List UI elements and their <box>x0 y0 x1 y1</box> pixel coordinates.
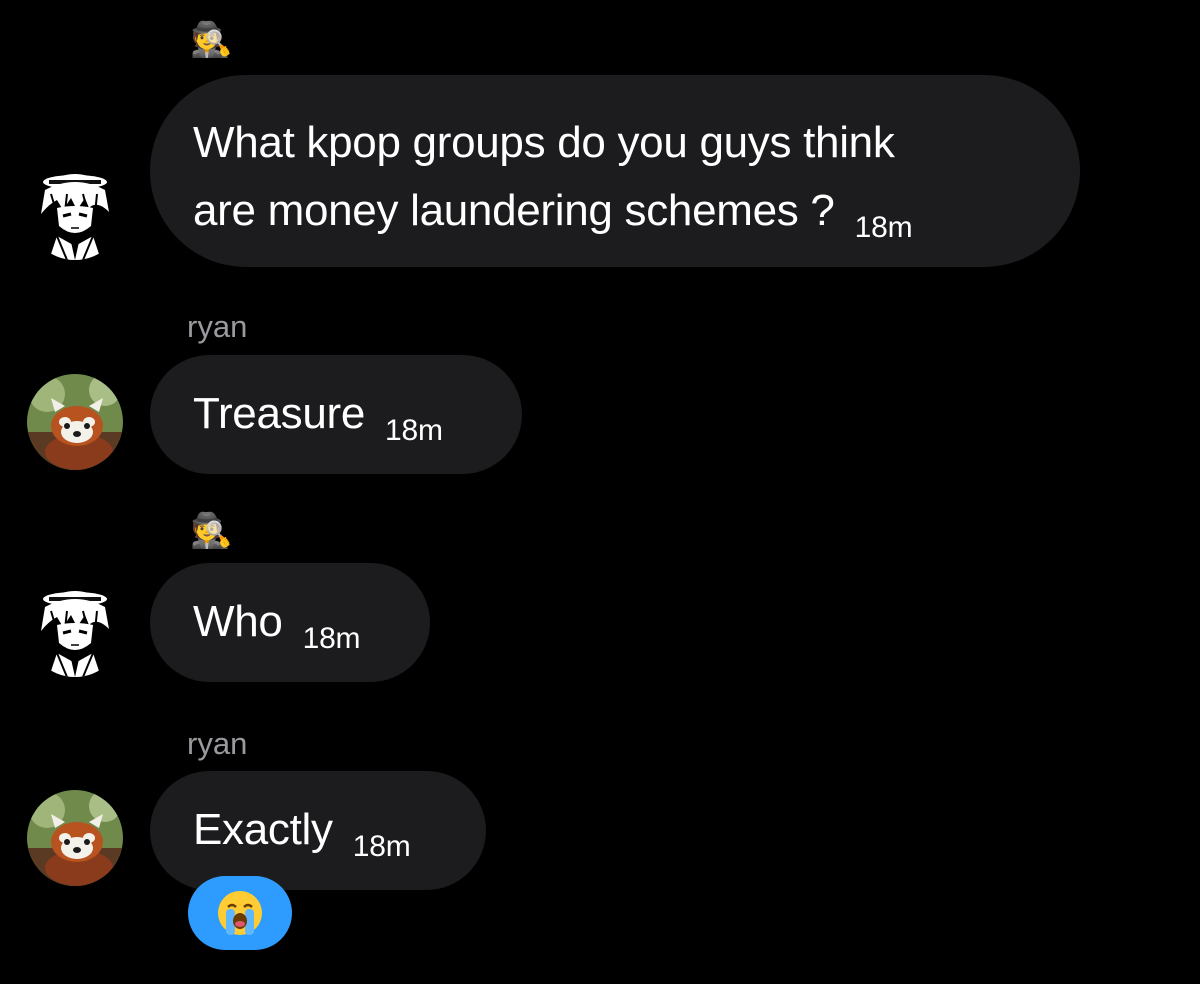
red-panda-avatar[interactable] <box>27 374 123 470</box>
red-panda-icon <box>27 790 123 886</box>
sender-name: ryan <box>187 726 248 761</box>
message-text: Exactly <box>193 805 333 854</box>
anime-detective-avatar[interactable] <box>27 581 123 677</box>
red-panda-icon <box>27 374 123 470</box>
anime-detective-avatar[interactable] <box>27 164 123 260</box>
message-text: Treasure <box>193 389 366 438</box>
message-bubble[interactable]: What kpop groups do you guys think are m… <box>150 75 1080 267</box>
message-text-line-1: What kpop groups do you guys think <box>193 118 895 167</box>
message-bubble[interactable]: Exactly 18m <box>150 771 486 890</box>
message-bubble[interactable]: Who 18m <box>150 563 430 682</box>
message-text-line-2-text: are money laundering schemes ? <box>193 186 835 235</box>
message-timestamp: 18m <box>385 414 443 447</box>
message-text: Who <box>193 597 283 646</box>
reaction-badge[interactable] <box>188 876 292 950</box>
crying-face-icon <box>218 891 262 935</box>
message-text-row: Who 18m <box>193 586 430 663</box>
sender-detective-emoji: 🕵️ <box>190 511 233 551</box>
message-text-line-2: are money laundering schemes ? 18m <box>193 175 1036 252</box>
message-timestamp: 18m <box>352 830 411 863</box>
message-timestamp: 18m <box>854 211 913 244</box>
sender-detective-emoji: 🕵️ <box>190 20 233 60</box>
red-panda-avatar[interactable] <box>27 790 123 886</box>
sender-name: ryan <box>187 309 248 344</box>
message-text-row: Treasure 18m <box>193 378 522 455</box>
message-timestamp: 18m <box>302 622 361 655</box>
anime-detective-icon <box>27 581 123 677</box>
message-bubble[interactable]: Treasure 18m <box>150 355 522 474</box>
anime-detective-icon <box>27 164 123 260</box>
message-text-row: Exactly 18m <box>193 794 486 871</box>
